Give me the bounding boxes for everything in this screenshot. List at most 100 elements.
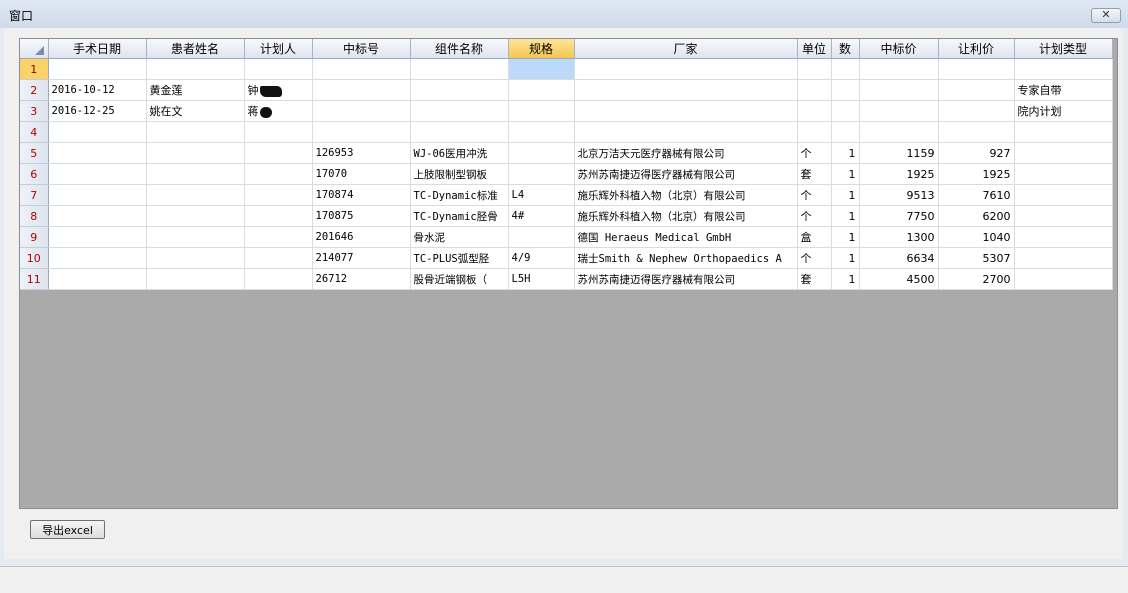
cell-plan-type[interactable] [1014, 58, 1113, 80]
column-header-quantity[interactable]: 数 [831, 39, 860, 59]
cell-bid-number[interactable] [312, 58, 411, 80]
cell-planner[interactable] [244, 268, 313, 290]
row-number[interactable]: 1 [20, 58, 49, 80]
cell-spec[interactable] [508, 58, 575, 80]
cell-discount-price[interactable] [938, 58, 1015, 80]
cell-component-name[interactable]: 骨水泥 [410, 226, 509, 248]
table-row[interactable]: 8 170875 TC-Dynamic胫骨 4# 施乐辉外科植入物（北京）有限公司个 1 7… [20, 205, 1113, 227]
cell-planner[interactable] [244, 226, 313, 248]
cell-bid-price[interactable] [859, 121, 939, 143]
row-number[interactable]: 8 [20, 205, 49, 227]
cell-discount-price[interactable] [938, 79, 1015, 101]
cell-planner[interactable] [244, 58, 313, 80]
table-row[interactable]: 7 170874 TC-Dynamic标准 L4 施乐辉外科植入物（北京）有限公司个 1 9… [20, 184, 1113, 206]
cell-patient-name[interactable] [146, 205, 245, 227]
cell-quantity[interactable]: 1 [831, 184, 860, 206]
cell-component-name[interactable] [410, 100, 509, 122]
row-number[interactable]: 5 [20, 142, 49, 164]
cell-component-name[interactable]: WJ-06医用冲洗 [410, 142, 509, 164]
cell-quantity[interactable]: 1 [831, 205, 860, 227]
table-row[interactable]: 6 17070 上肢限制型钢板 苏州苏南捷迈得医疗器械有限公司套 1 1925 1925 [20, 163, 1113, 185]
column-header-patient-name[interactable]: 患者姓名 [146, 39, 245, 59]
cell-spec[interactable] [508, 79, 575, 101]
cell-bid-number[interactable] [312, 121, 411, 143]
cell-manufacturer[interactable]: 北京万洁天元医疗器械有限公司 [574, 142, 798, 164]
cell-patient-name[interactable] [146, 58, 245, 80]
cell-discount-price[interactable] [938, 121, 1015, 143]
cell-bid-price[interactable] [859, 58, 939, 80]
cell-plan-type[interactable] [1014, 142, 1113, 164]
table-row[interactable]: 11 26712 股骨近端钢板（ L5H 苏州苏南捷迈得医疗器械有限公司套 1 4500 27… [20, 268, 1113, 290]
cell-bid-number[interactable] [312, 79, 411, 101]
cell-surgery-date[interactable]: 2016-10-12 [48, 79, 147, 101]
cell-component-name[interactable]: TC-Dynamic标准 [410, 184, 509, 206]
column-header-surgery-date[interactable]: 手术日期 [48, 39, 147, 59]
table-row[interactable]: 5 126953 WJ-06医用冲洗 北京万洁天元医疗器械有限公司个 1 1159 927 [20, 142, 1113, 164]
cell-discount-price[interactable]: 2700 [938, 268, 1015, 290]
cell-bid-number[interactable] [312, 100, 411, 122]
cell-plan-type[interactable] [1014, 121, 1113, 143]
cell-bid-price[interactable]: 6634 [859, 247, 939, 269]
cell-quantity[interactable]: 1 [831, 142, 860, 164]
cell-unit[interactable] [797, 100, 832, 122]
cell-component-name[interactable] [410, 79, 509, 101]
cell-manufacturer[interactable]: 德国 Heraeus Medical GmbH [574, 226, 798, 248]
cell-manufacturer[interactable] [574, 79, 798, 101]
cell-spec[interactable] [508, 163, 575, 185]
cell-patient-name[interactable] [146, 226, 245, 248]
cell-plan-type[interactable] [1014, 205, 1113, 227]
cell-planner[interactable] [244, 205, 313, 227]
cell-spec[interactable]: L4 [508, 184, 575, 206]
cell-discount-price[interactable]: 1040 [938, 226, 1015, 248]
cell-surgery-date[interactable] [48, 121, 147, 143]
cell-unit[interactable]: 套 [797, 163, 832, 185]
cell-discount-price[interactable]: 927 [938, 142, 1015, 164]
cell-quantity[interactable] [831, 121, 860, 143]
cell-component-name[interactable]: TC-Dynamic胫骨 [410, 205, 509, 227]
cell-planner[interactable]: 钟 [244, 79, 313, 101]
cell-spec[interactable]: 4# [508, 205, 575, 227]
cell-bid-price[interactable]: 9513 [859, 184, 939, 206]
cell-unit[interactable]: 套 [797, 268, 832, 290]
column-header-manufacturer[interactable]: 厂家 [574, 39, 798, 59]
cell-quantity[interactable]: 1 [831, 268, 860, 290]
cell-bid-number[interactable]: 170874 [312, 184, 411, 206]
cell-bid-price[interactable]: 1159 [859, 142, 939, 164]
cell-manufacturer[interactable]: 瑞士Smith & Nephew Orthopaedics A [574, 247, 798, 269]
cell-planner[interactable] [244, 184, 313, 206]
cell-bid-number[interactable]: 26712 [312, 268, 411, 290]
table-row[interactable]: 4 [20, 121, 1113, 143]
cell-planner[interactable]: 蒋 [244, 100, 313, 122]
column-header-bid-price[interactable]: 中标价 [859, 39, 939, 59]
column-header-component-name[interactable]: 组件名称 [410, 39, 509, 59]
cell-bid-price[interactable]: 1925 [859, 163, 939, 185]
table-row[interactable]: 1 [20, 58, 1113, 80]
cell-bid-price[interactable] [859, 100, 939, 122]
cell-patient-name[interactable] [146, 247, 245, 269]
cell-bid-number[interactable]: 201646 [312, 226, 411, 248]
cell-component-name[interactable]: 股骨近端钢板（ [410, 268, 509, 290]
cell-manufacturer[interactable] [574, 100, 798, 122]
table-row[interactable]: 10 214077 TC-PLUS弧型胫 4/9 瑞士Smith & Nephew Or… [20, 247, 1113, 269]
cell-component-name[interactable] [410, 121, 509, 143]
cell-surgery-date[interactable] [48, 247, 147, 269]
cell-bid-price[interactable]: 1300 [859, 226, 939, 248]
column-header-spec[interactable]: 规格 [508, 39, 575, 59]
cell-patient-name[interactable]: 姚在文 [146, 100, 245, 122]
cell-surgery-date[interactable] [48, 58, 147, 80]
cell-surgery-date[interactable] [48, 142, 147, 164]
cell-manufacturer[interactable]: 施乐辉外科植入物（北京）有限公司 [574, 205, 798, 227]
table-row[interactable]: 2 2016-10-12 黄金莲钟 专家自带 [20, 79, 1113, 101]
cell-manufacturer[interactable]: 苏州苏南捷迈得医疗器械有限公司 [574, 163, 798, 185]
cell-patient-name[interactable] [146, 142, 245, 164]
cell-quantity[interactable]: 1 [831, 163, 860, 185]
cell-quantity[interactable] [831, 79, 860, 101]
row-number[interactable]: 11 [20, 268, 49, 290]
cell-component-name[interactable] [410, 58, 509, 80]
cell-spec[interactable] [508, 142, 575, 164]
cell-spec[interactable]: L5H [508, 268, 575, 290]
cell-manufacturer[interactable]: 施乐辉外科植入物（北京）有限公司 [574, 184, 798, 206]
cell-patient-name[interactable] [146, 163, 245, 185]
cell-bid-number[interactable]: 214077 [312, 247, 411, 269]
cell-quantity[interactable] [831, 58, 860, 80]
